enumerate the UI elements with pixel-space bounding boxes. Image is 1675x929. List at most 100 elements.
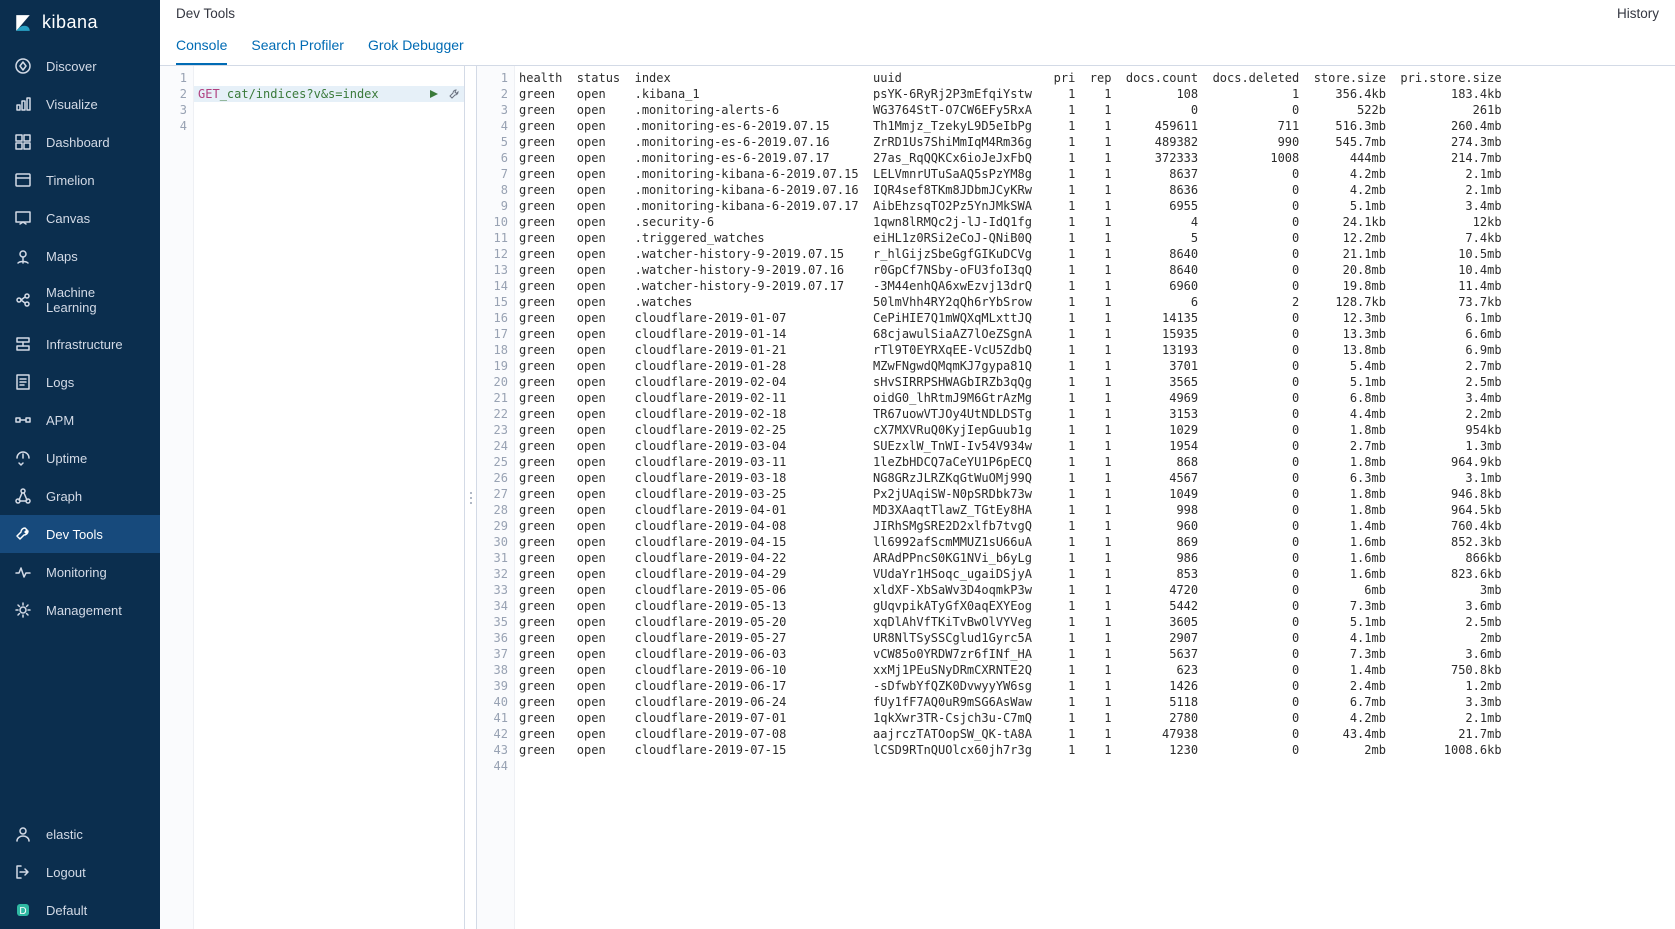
discover-icon xyxy=(14,57,32,75)
sidebar-footer-logout[interactable]: Logout xyxy=(0,853,160,891)
output-row: green open cloudflare-2019-03-11 1leZbHD… xyxy=(515,454,1675,470)
output-row: green open cloudflare-2019-04-15 ll6992a… xyxy=(515,534,1675,550)
output-row: green open cloudflare-2019-05-20 xqDlAhV… xyxy=(515,614,1675,630)
sidebar-item-logs[interactable]: Logs xyxy=(0,363,160,401)
response-output: 1234567891011121314151617181920212223242… xyxy=(477,66,1675,929)
sidebar-item-label: Maps xyxy=(46,249,78,264)
logout-icon xyxy=(14,863,32,881)
sidebar-item-label: Canvas xyxy=(46,211,90,226)
canvas-icon xyxy=(14,209,32,227)
sidebar-item-machine-learning[interactable]: Machine Learning xyxy=(0,275,160,325)
sidebar-item-visualize[interactable]: Visualize xyxy=(0,85,160,123)
sidebar-item-label: Dev Tools xyxy=(46,527,103,542)
sidebar-item-apm[interactable]: APM xyxy=(0,401,160,439)
output-row: green open cloudflare-2019-01-07 CePiHIE… xyxy=(515,310,1675,326)
output-row: green open cloudflare-2019-01-28 MZwFNgw… xyxy=(515,358,1675,374)
request-path: _cat/indices?v&s=index xyxy=(220,86,379,102)
sidebar-item-management[interactable]: Management xyxy=(0,591,160,629)
output-row: green open .kibana_1 psYK-6RyRj2P3mEfqiY… xyxy=(515,86,1675,102)
output-row: green open .watcher-history-9-2019.07.15… xyxy=(515,246,1675,262)
editor-body[interactable]: GET _cat/indices?v&s=index xyxy=(194,66,464,929)
sidebar-item-infrastructure[interactable]: Infrastructure xyxy=(0,325,160,363)
sidebar-item-monitoring[interactable]: Monitoring xyxy=(0,553,160,591)
output-row: green open cloudflare-2019-05-27 UR8NlTS… xyxy=(515,630,1675,646)
page-title: Dev Tools xyxy=(176,6,235,21)
output-row: green open cloudflare-2019-04-08 JIRhSMg… xyxy=(515,518,1675,534)
maps-icon xyxy=(14,247,32,265)
output-row: green open cloudflare-2019-02-11 oidG0_l… xyxy=(515,390,1675,406)
output-row: green open .watcher-history-9-2019.07.16… xyxy=(515,262,1675,278)
request-editor[interactable]: 1234 GET _cat/indices?v&s=index xyxy=(160,66,465,929)
sidebar-item-label: elastic xyxy=(46,827,83,842)
output-row: green open cloudflare-2019-06-24 fUy1fF7… xyxy=(515,694,1675,710)
tab-console[interactable]: Console xyxy=(176,29,227,65)
request-method: GET xyxy=(198,86,220,102)
output-row: green open .watcher-history-9-2019.07.17… xyxy=(515,278,1675,294)
output-row: green open cloudflare-2019-02-04 sHvSIRR… xyxy=(515,374,1675,390)
sidebar-item-label: Timelion xyxy=(46,173,95,188)
sidebar-item-dev-tools[interactable]: Dev Tools xyxy=(0,515,160,553)
sidebar: kibana Discover Visualize Dashboard Timelio… xyxy=(0,0,160,929)
output-row: green open cloudflare-2019-02-25 cX7MXVR… xyxy=(515,422,1675,438)
sidebar-item-label: Machine Learning xyxy=(46,285,146,315)
editor-gutter: 1234 xyxy=(160,66,194,929)
history-link[interactable]: History xyxy=(1617,6,1659,21)
sidebar-footer-default[interactable]: DDefault xyxy=(0,891,160,929)
output-row: green open cloudflare-2019-05-13 gUqvpik… xyxy=(515,598,1675,614)
sidebar-item-maps[interactable]: Maps xyxy=(0,237,160,275)
sidebar-item-discover[interactable]: Discover xyxy=(0,47,160,85)
logs-icon xyxy=(14,373,32,391)
topbar: Dev Tools History xyxy=(160,0,1675,21)
sidebar-item-label: Visualize xyxy=(46,97,98,112)
output-body[interactable]: health status index uuid pri rep docs.co… xyxy=(515,66,1675,929)
output-row: green open cloudflare-2019-06-17 -sDfwbY… xyxy=(515,678,1675,694)
tabs: Console Search Profiler Grok Debugger xyxy=(160,21,1675,66)
output-row: green open cloudflare-2019-02-18 TR67uow… xyxy=(515,406,1675,422)
output-row: green open .security-6 1qwn8lRMQc2j-lJ-I… xyxy=(515,214,1675,230)
sidebar-item-timelion[interactable]: Timelion xyxy=(0,161,160,199)
output-row: green open cloudflare-2019-03-18 NG8GRzJ… xyxy=(515,470,1675,486)
output-row: green open .watches 50lmVhh4RY2qQh6rYbSr… xyxy=(515,294,1675,310)
nav: Discover Visualize Dashboard Timelion Canvas… xyxy=(0,47,160,929)
visualize-icon xyxy=(14,95,32,113)
sidebar-item-graph[interactable]: Graph xyxy=(0,477,160,515)
tab-search-profiler[interactable]: Search Profiler xyxy=(251,29,344,65)
timelion-icon xyxy=(14,171,32,189)
sidebar-item-dashboard[interactable]: Dashboard xyxy=(0,123,160,161)
space-icon: D xyxy=(14,901,32,919)
apm-icon xyxy=(14,411,32,429)
panel-splitter[interactable] xyxy=(465,66,477,929)
main: Dev Tools History Console Search Profiler… xyxy=(160,0,1675,929)
output-row: green open cloudflare-2019-05-06 xldXF-X… xyxy=(515,582,1675,598)
sidebar-item-label: Infrastructure xyxy=(46,337,123,352)
sidebar-item-label: Dashboard xyxy=(46,135,110,150)
output-row: green open cloudflare-2019-01-21 rTl9T0E… xyxy=(515,342,1675,358)
tab-grok-debugger[interactable]: Grok Debugger xyxy=(368,29,464,65)
sidebar-item-uptime[interactable]: Uptime xyxy=(0,439,160,477)
management-icon xyxy=(14,601,32,619)
sidebar-item-label: APM xyxy=(46,413,74,428)
output-row: green open cloudflare-2019-06-10 xxMj1PE… xyxy=(515,662,1675,678)
output-row: green open cloudflare-2019-07-15 lCSD9RT… xyxy=(515,742,1675,758)
output-row: green open cloudflare-2019-03-04 SUEzxlW… xyxy=(515,438,1675,454)
output-row: green open .monitoring-kibana-6-2019.07.… xyxy=(515,166,1675,182)
wrench-icon[interactable] xyxy=(448,88,460,100)
output-row: green open cloudflare-2019-01-14 68cjawu… xyxy=(515,326,1675,342)
monitoring-icon xyxy=(14,563,32,581)
output-row: green open cloudflare-2019-07-01 1qkXwr3… xyxy=(515,710,1675,726)
output-row: green open cloudflare-2019-06-03 vCW85o0… xyxy=(515,646,1675,662)
sidebar-item-label: Discover xyxy=(46,59,97,74)
uptime-icon xyxy=(14,449,32,467)
output-row: green open .monitoring-es-6-2019.07.16 Z… xyxy=(515,134,1675,150)
sidebar-footer-elastic[interactable]: elastic xyxy=(0,815,160,853)
output-row: green open cloudflare-2019-07-08 aajrczT… xyxy=(515,726,1675,742)
dashboard-icon xyxy=(14,133,32,151)
sidebar-item-label: Monitoring xyxy=(46,565,107,580)
output-row: green open cloudflare-2019-04-22 ARAdPPn… xyxy=(515,550,1675,566)
kibana-logo-icon xyxy=(14,14,32,32)
output-row: green open .monitoring-alerts-6 WG3764St… xyxy=(515,102,1675,118)
sidebar-item-canvas[interactable]: Canvas xyxy=(0,199,160,237)
send-request-icon[interactable] xyxy=(428,88,440,100)
output-row: green open .monitoring-es-6-2019.07.15 T… xyxy=(515,118,1675,134)
logo[interactable]: kibana xyxy=(0,0,160,47)
